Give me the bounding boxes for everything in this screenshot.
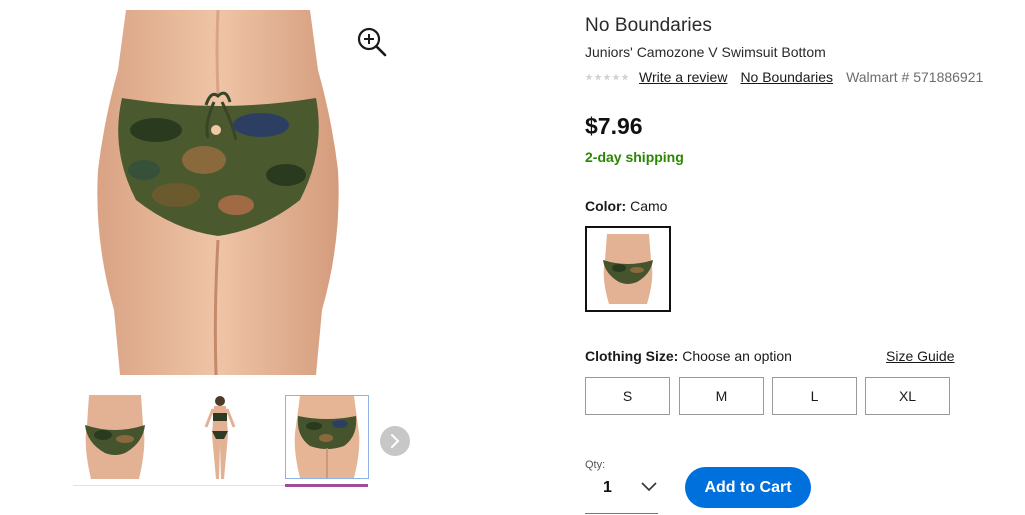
zoom-in-icon[interactable] [356, 26, 388, 58]
product-title: Juniors' Camozone V Swimsuit Bottom [585, 44, 826, 60]
item-number: Walmart # 571886921 [846, 69, 984, 85]
color-label-value: Camo [630, 198, 668, 214]
product-price: $7.96 [585, 113, 643, 139]
shipping-badge: 2-day shipping [585, 149, 684, 165]
color-swatch-camo[interactable] [585, 226, 671, 312]
product-brand: No Boundaries [585, 15, 712, 36]
star-icon [594, 73, 602, 81]
product-meta-row: Write a review No Boundaries Walmart # 5… [585, 69, 983, 85]
write-review-link[interactable]: Write a review [639, 69, 727, 85]
size-option-s[interactable]: S [585, 377, 670, 415]
size-label: Clothing Size: Choose an option [585, 348, 792, 364]
star-icon [603, 73, 611, 81]
size-option-xl[interactable]: XL [865, 377, 950, 415]
star-icon [612, 73, 620, 81]
size-option-l[interactable]: L [772, 377, 857, 415]
size-guide-link[interactable]: Size Guide [886, 348, 954, 364]
color-label-key: Color: [585, 198, 627, 214]
thumbnail-front-view[interactable] [73, 395, 157, 479]
quantity-select[interactable]: 1 [585, 472, 658, 514]
quantity-value: 1 [603, 479, 612, 496]
rating-stars [585, 73, 629, 81]
main-product-image[interactable] [86, 10, 350, 375]
active-thumbnail-indicator [285, 484, 368, 487]
size-option-m[interactable]: M [679, 377, 764, 415]
brand-link[interactable]: No Boundaries [740, 69, 833, 85]
thumbnail-back-view[interactable] [285, 395, 369, 479]
chevron-right-icon[interactable] [380, 426, 410, 456]
thumbnail-full-body-view[interactable] [178, 395, 262, 479]
star-icon [585, 73, 593, 81]
quantity-label: Qty: [585, 459, 606, 471]
color-label: Color: Camo [585, 198, 667, 214]
size-label-value: Choose an option [682, 348, 792, 364]
star-icon [621, 73, 629, 81]
size-label-key: Clothing Size: [585, 348, 679, 364]
chevron-down-icon [641, 482, 657, 492]
add-to-cart-button[interactable]: Add to Cart [685, 467, 811, 508]
